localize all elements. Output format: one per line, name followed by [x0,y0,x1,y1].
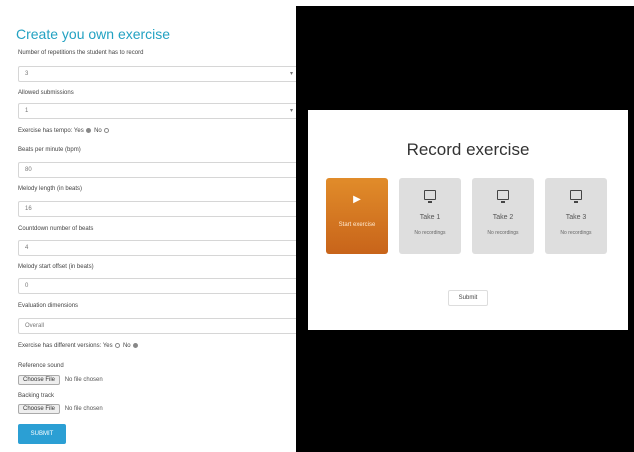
take-3-tile[interactable]: Take 3 No recordings [545,178,607,254]
versions-yes-label: Yes [102,343,113,350]
take-label: Take 1 [419,214,441,221]
backing-track-label: Backing track [18,393,55,399]
tempo-no-label: No [94,128,102,135]
start-exercise-button[interactable]: ▶ Start exercise [326,178,388,254]
backing-no-file-text: No file chosen [64,406,103,412]
melody-length-label: Melody length (in beats) [18,186,83,192]
exercise-form: Create you own exercise Number of repeti… [8,6,298,452]
chevron-down-icon: ▾ [289,71,293,77]
monitor-record-icon [497,190,509,203]
form-title: Create you own exercise [16,26,171,42]
versions-label: Exercise has different versions: [18,343,102,350]
bpm-input[interactable]: 80 [18,162,298,178]
reference-file-input: Choose File No file chosen [18,375,103,385]
tempo-radio-group: Exercise has tempo: Yes No [18,128,110,134]
submissions-value: 1 [25,108,29,114]
evaluation-input[interactable]: Overall [18,318,298,334]
play-icon: ▶ [353,194,361,205]
melody-offset-input[interactable]: 0 [18,278,298,294]
reference-sound-label: Reference sound [18,363,64,369]
chevron-down-icon: ▾ [289,108,293,114]
submit-button[interactable]: SUBMIT [18,424,66,444]
versions-no-label: No [122,343,131,350]
record-exercise-card: Record exercise ▶ Start exercise Take 1 … [308,110,628,330]
take-label: Take 2 [492,214,514,221]
repetitions-select[interactable]: 3 ▾ [18,66,298,82]
recording-submit-button[interactable]: Submit [448,290,488,306]
preview-panel: Record exercise ▶ Start exercise Take 1 … [296,6,634,452]
backing-file-input: Choose File No file chosen [18,404,103,414]
versions-radio-group: Exercise has different versions: Yes No [18,343,139,349]
take-status: No recordings [560,230,592,236]
take-1-tile[interactable]: Take 1 No recordings [399,178,461,254]
take-status: No recordings [487,230,519,236]
record-title: Record exercise [406,140,530,159]
tempo-no-radio[interactable] [104,128,110,133]
backing-choose-file-button[interactable]: Choose File [18,404,61,414]
take-label: Take 3 [565,214,587,221]
reference-choose-file-button[interactable]: Choose File [18,375,61,385]
bpm-label: Beats per minute (bpm) [18,147,81,153]
versions-yes-radio[interactable] [115,343,121,348]
repetitions-value: 3 [25,71,29,77]
submissions-select[interactable]: 1 ▾ [18,103,298,119]
countdown-label: Countdown number of beats [18,226,94,232]
tempo-yes-label: Yes [73,128,84,135]
countdown-input[interactable]: 4 [18,240,298,256]
melody-offset-label: Melody start offset (in beats) [18,264,94,270]
start-exercise-label: Start exercise [338,222,376,228]
tempo-label: Exercise has tempo: [18,128,73,135]
tempo-yes-radio[interactable] [86,128,92,133]
repetitions-label: Number of repetitions the student has to… [18,50,144,56]
take-2-tile[interactable]: Take 2 No recordings [472,178,534,254]
submissions-label: Allowed submissions [18,90,74,96]
evaluation-label: Evaluation dimensions [18,303,79,309]
monitor-record-icon [424,190,436,203]
take-status: No recordings [414,230,446,236]
melody-length-input[interactable]: 16 [18,201,298,217]
versions-no-radio[interactable] [133,343,139,348]
monitor-record-icon [570,190,582,203]
reference-no-file-text: No file chosen [64,377,103,383]
